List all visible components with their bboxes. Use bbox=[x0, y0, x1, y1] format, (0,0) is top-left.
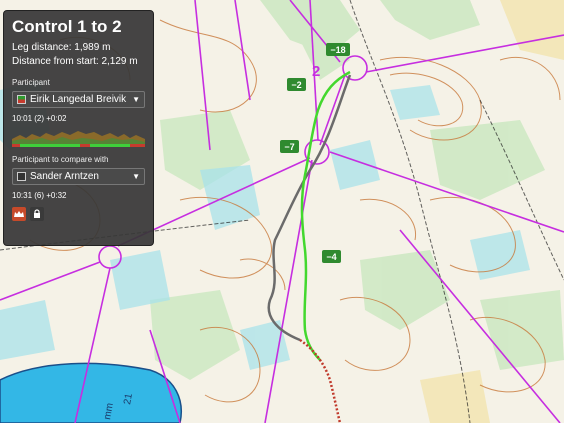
chevron-down-icon: ▼ bbox=[132, 172, 140, 181]
svg-text:−4: −4 bbox=[326, 252, 336, 262]
lake bbox=[0, 362, 182, 423]
panel-title: Control 1 to 2 bbox=[12, 17, 122, 36]
compare-color-swatch bbox=[17, 172, 26, 181]
participant-name: Eirik Langedal Breivik bbox=[30, 94, 127, 105]
participant-color-swatch bbox=[17, 95, 26, 104]
split-label-4: −4 bbox=[322, 250, 341, 263]
lock-icon bbox=[34, 209, 40, 218]
lock-button[interactable] bbox=[30, 207, 44, 221]
split-label-2: −2 bbox=[287, 78, 306, 91]
split-label-18: −18 bbox=[326, 43, 350, 56]
panel-button-row bbox=[12, 207, 145, 221]
chevron-down-icon: ▼ bbox=[132, 95, 140, 104]
participant-label: Participant bbox=[12, 78, 50, 87]
compare-select[interactable]: Sander Arntzen ▼ bbox=[12, 168, 145, 185]
crown-button[interactable] bbox=[12, 207, 26, 221]
participant-time: 10:01 (2) +0:02 bbox=[12, 114, 67, 123]
leg-info-panel: Control 1 to 2 Leg distance: 1,989 m Dis… bbox=[3, 10, 154, 246]
compare-name: Sander Arntzen bbox=[30, 171, 99, 182]
svg-text:−7: −7 bbox=[284, 142, 294, 152]
svg-text:−2: −2 bbox=[291, 80, 301, 90]
crown-icon bbox=[14, 211, 24, 217]
leg-distance: Leg distance: 1,989 m bbox=[12, 42, 111, 53]
svg-text:−18: −18 bbox=[330, 45, 345, 55]
compare-label: Participant to compare with bbox=[12, 155, 109, 164]
participant-select[interactable]: Eirik Langedal Breivik ▼ bbox=[12, 91, 145, 108]
control-number-label: 2 bbox=[312, 63, 320, 80]
compare-time: 10:31 (6) +0:32 bbox=[12, 191, 67, 200]
split-label-7: −7 bbox=[280, 140, 299, 153]
speed-profile-graph bbox=[12, 131, 145, 147]
distance-from-start: Distance from start: 2,129 m bbox=[12, 56, 138, 67]
